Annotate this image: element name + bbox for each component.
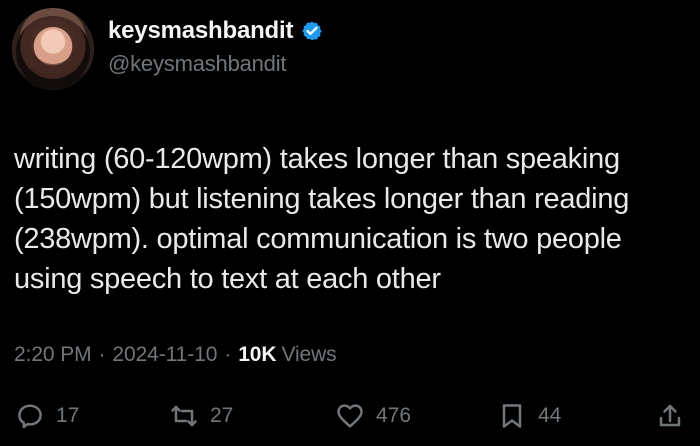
views-label: Views [281,343,337,366]
tweet-actions: 17 27 476 44 [14,397,686,437]
like-button[interactable]: 476 [334,397,411,435]
bookmark-icon [496,400,528,432]
tweet-time[interactable]: 2:20 PM [14,343,92,367]
profile-name-row: keysmashbandit [108,18,323,44]
display-name[interactable]: keysmashbandit [108,18,293,44]
meta-separator: · [224,343,232,366]
user-avatar[interactable] [12,8,94,90]
tweet-card: keysmashbandit @keysmashbandit writing (… [0,0,700,446]
share-icon [654,400,686,432]
like-count: 476 [376,404,412,427]
reply-count: 17 [56,404,80,427]
reply-button[interactable]: 17 [14,397,79,435]
verified-badge-icon [301,20,323,42]
reply-icon [14,400,46,432]
user-handle[interactable]: @keysmashbandit [108,52,287,76]
like-icon [334,400,366,432]
tweet-date[interactable]: 2024-11-10 [112,343,217,367]
repost-count: 27 [210,404,234,427]
bookmark-button[interactable]: 44 [496,397,561,435]
meta-separator: · [98,343,106,366]
views-count[interactable]: 10K [238,343,276,367]
tweet-meta: 2:20 PM · 2024-11-10 · 10K Views [14,343,337,367]
tweet-text: writing (60-120wpm) takes longer than sp… [14,143,630,295]
share-button[interactable] [654,397,686,435]
repost-icon [168,400,200,432]
bookmark-count: 44 [538,404,562,427]
repost-button[interactable]: 27 [168,397,233,435]
